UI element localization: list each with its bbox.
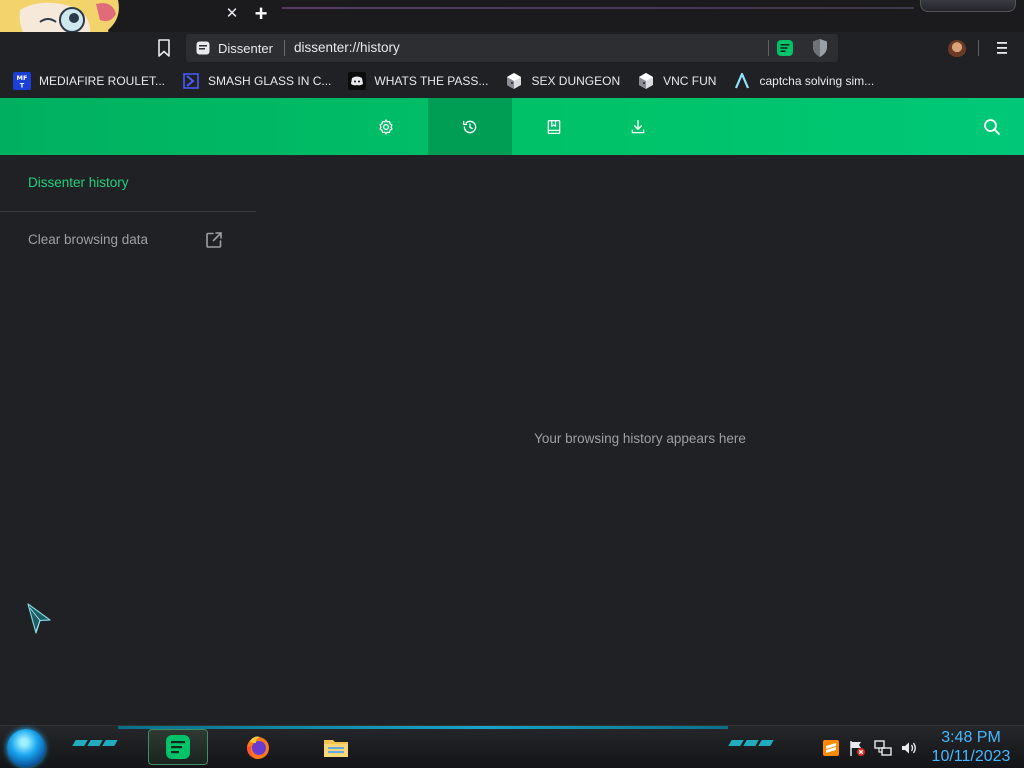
cube-icon	[639, 73, 654, 89]
taskbar-app-file-explorer[interactable]	[306, 729, 366, 765]
bookmark-label: SEX DUNGEON	[531, 74, 621, 88]
profile-avatar[interactable]	[948, 40, 966, 58]
window-frame-ornament	[920, 0, 1016, 12]
network-icon[interactable]	[874, 739, 892, 757]
history-page: Dissenter history Clear browsing data Yo…	[0, 155, 1024, 725]
address-separator	[284, 40, 285, 56]
file-explorer-icon	[324, 740, 348, 757]
sidebar-title[interactable]: Dissenter history	[28, 175, 129, 190]
sidebar-divider	[0, 211, 256, 212]
search-icon[interactable]	[982, 117, 1002, 137]
browser-menu-icon[interactable]	[994, 40, 1010, 56]
bookmark-captcha-solving[interactable]: captcha solving sim...	[732, 69, 883, 93]
system-tray	[822, 738, 918, 758]
url-text[interactable]: dissenter://history	[294, 34, 400, 62]
bookmarks-bar: MF T MEDIAFIRE ROULET... SMASH GLASS IN …	[0, 64, 1024, 98]
new-tab-button[interactable]: +	[250, 3, 272, 26]
dissenter-icon	[166, 735, 190, 759]
screen: ✕ + Dissenter dissenter://history MF T M…	[0, 0, 1024, 768]
bookmark-label: WHATS THE PASS...	[374, 74, 489, 88]
bookmark-sex-dungeon[interactable]: SEX DUNGEON	[504, 69, 629, 93]
taskbar-ornament-left	[72, 740, 118, 750]
taskbar: 3:48 PM 10/11/2023	[0, 725, 1024, 768]
taskbar-app-dissenter[interactable]	[148, 729, 208, 765]
address-bar[interactable]: Dissenter dissenter://history	[186, 34, 838, 62]
toolbar-separator	[978, 40, 979, 56]
start-button[interactable]	[7, 729, 45, 767]
taskbar-app-firefox[interactable]	[228, 729, 288, 765]
volume-icon[interactable]	[900, 739, 918, 757]
lambda-icon	[735, 72, 750, 89]
flag-alert-icon[interactable]	[848, 739, 866, 757]
settings-header	[0, 98, 1024, 155]
empty-history-message: Your browsing history appears here	[534, 431, 746, 446]
dissenter-comment-extension-icon[interactable]	[776, 39, 794, 57]
site-chip[interactable]: Dissenter	[196, 40, 273, 56]
clear-browsing-data-link[interactable]: Clear browsing data	[28, 232, 148, 247]
history-icon	[462, 120, 477, 133]
tab-bookmarks[interactable]	[512, 98, 596, 155]
svg-text:T: T	[20, 82, 25, 90]
open-external-icon[interactable]	[205, 231, 223, 249]
dissenter-favicon-icon	[196, 41, 210, 55]
clock-date: 10/11/2023	[931, 748, 1011, 765]
discord-icon	[348, 72, 367, 90]
bookmark-label: captcha solving sim...	[759, 74, 875, 88]
cube-icon	[507, 73, 522, 89]
tab-close-button[interactable]: ✕	[224, 5, 240, 23]
site-chip-label: Dissenter	[218, 40, 273, 56]
taskbar-glow	[118, 726, 728, 729]
history-sidebar: Dissenter history Clear browsing data	[0, 155, 256, 725]
tab-history[interactable]	[428, 98, 512, 155]
bookmark-smash-glass[interactable]: SMASH GLASS IN C...	[181, 69, 340, 93]
sublime-text-icon[interactable]	[822, 739, 840, 757]
gear-icon	[379, 118, 393, 135]
tab-settings[interactable]	[344, 98, 428, 155]
bookmark-vnc-fun[interactable]: VNC FUN	[636, 69, 725, 93]
bookmark-star-icon[interactable]	[156, 39, 172, 57]
mouse-cursor-icon	[27, 603, 51, 634]
bookmark-whats-the-pass[interactable]: WHATS THE PASS...	[347, 69, 497, 93]
bookmark-label: VNC FUN	[663, 74, 717, 88]
extension-divider	[768, 40, 769, 56]
chevron-logo-icon	[183, 73, 199, 89]
tab-strip: ✕ +	[0, 0, 1024, 62]
mediafire-icon: MF T	[13, 72, 31, 90]
bookmark-label: SMASH GLASS IN C...	[208, 74, 332, 88]
bookmark-mediafire-roulette[interactable]: MF T MEDIAFIRE ROULET...	[12, 69, 174, 93]
bookmark-book-icon	[547, 119, 561, 134]
firefox-icon	[247, 736, 269, 759]
bookmark-label: MEDIAFIRE ROULET...	[39, 74, 166, 88]
tab-downloads[interactable]	[596, 98, 680, 155]
browser-toolbar: Dissenter dissenter://history	[0, 32, 1024, 64]
shield-extension-icon[interactable]	[812, 38, 828, 58]
taskbar-ornament-right	[728, 740, 774, 750]
clock-time: 3:48 PM	[941, 729, 1001, 746]
system-clock[interactable]: 3:48 PM 10/11/2023	[930, 728, 1012, 766]
download-icon	[631, 119, 645, 133]
tabstrip-decoration	[282, 7, 914, 9]
